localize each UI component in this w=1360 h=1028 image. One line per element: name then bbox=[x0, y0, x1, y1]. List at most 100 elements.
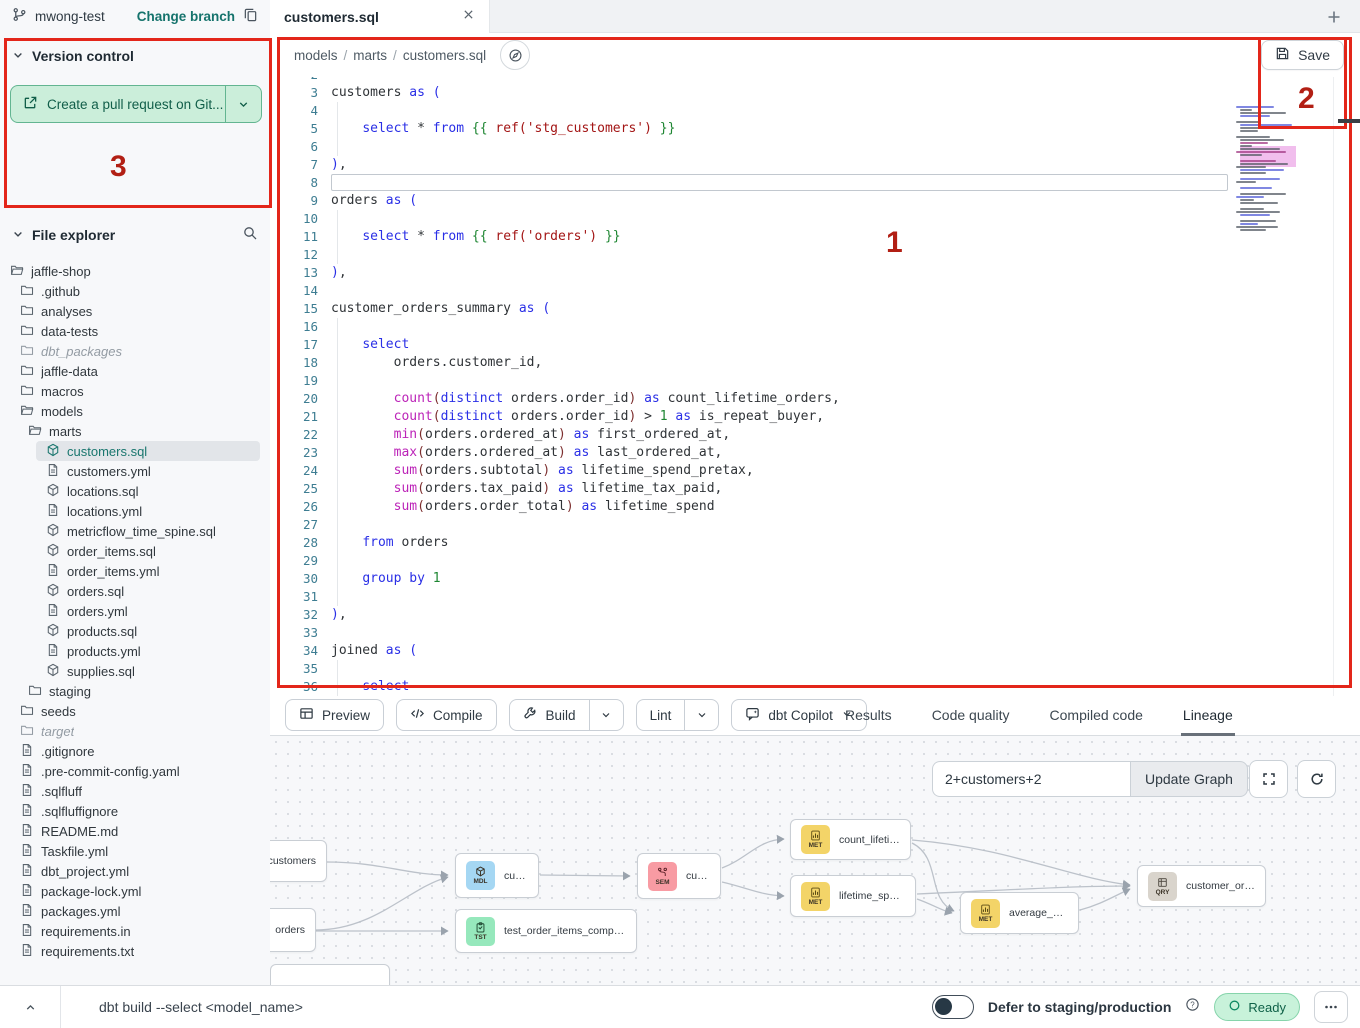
breadcrumb-models[interactable]: models bbox=[294, 48, 338, 63]
tree-item-order-items-sql[interactable]: order_items.sql bbox=[0, 541, 270, 561]
code-line-7[interactable]: 7), bbox=[270, 156, 1360, 174]
tree-item--gitignore[interactable]: .gitignore bbox=[0, 741, 270, 761]
code-line-17[interactable]: 17 select bbox=[270, 336, 1360, 354]
tab-results[interactable]: Results bbox=[843, 696, 894, 736]
breadcrumb-marts[interactable]: marts bbox=[353, 48, 387, 63]
code-line-34[interactable]: 34joined as ( bbox=[270, 642, 1360, 660]
code-line-3[interactable]: 3customers as ( bbox=[270, 84, 1360, 102]
tree-item-readme-md[interactable]: README.md bbox=[0, 821, 270, 841]
code-line-10[interactable]: 10 bbox=[270, 210, 1360, 228]
file-explorer-header[interactable]: File explorer bbox=[12, 225, 258, 244]
lint-button[interactable]: Lint bbox=[636, 699, 720, 731]
tree-item-orders-yml[interactable]: orders.yml bbox=[0, 601, 270, 621]
code-line-18[interactable]: 18 orders.customer_id, bbox=[270, 354, 1360, 372]
tab-customers-sql[interactable]: customers.sql bbox=[270, 0, 490, 33]
tree-item-metricflow-time-spine-sql[interactable]: metricflow_time_spine.sql bbox=[0, 521, 270, 541]
tree-item-analyses[interactable]: analyses bbox=[0, 301, 270, 321]
lineage-node-partial[interactable] bbox=[270, 964, 390, 985]
lineage-node-customers[interactable]: SEMcustomers bbox=[637, 853, 721, 899]
close-icon[interactable] bbox=[462, 8, 475, 26]
tree-item-staging[interactable]: staging bbox=[0, 681, 270, 701]
code-line-11[interactable]: 11 select * from {{ ref('orders') }} bbox=[270, 228, 1360, 246]
code-editor[interactable]: 23customers as (45 select * from {{ ref(… bbox=[270, 77, 1360, 696]
code-line-26[interactable]: 26 sum(orders.order_total) as lifetime_s… bbox=[270, 498, 1360, 516]
code-line-33[interactable]: 33 bbox=[270, 624, 1360, 642]
tree-item-data-tests[interactable]: data-tests bbox=[0, 321, 270, 341]
code-line-12[interactable]: 12 bbox=[270, 246, 1360, 264]
tree-item-locations-yml[interactable]: locations.yml bbox=[0, 501, 270, 521]
tab-lineage[interactable]: Lineage bbox=[1181, 696, 1235, 736]
code-line-25[interactable]: 25 sum(orders.tax_paid) as lifetime_tax_… bbox=[270, 480, 1360, 498]
code-line-13[interactable]: 13), bbox=[270, 264, 1360, 282]
breadcrumb-file[interactable]: customers.sql bbox=[403, 48, 486, 63]
code-line-27[interactable]: 27 bbox=[270, 516, 1360, 534]
build-dropdown-caret[interactable] bbox=[589, 700, 623, 730]
tree-item-package-lock-yml[interactable]: package-lock.yml bbox=[0, 881, 270, 901]
tree-item-jaffle-data[interactable]: jaffle-data bbox=[0, 361, 270, 381]
code-line-21[interactable]: 21 count(distinct orders.order_id) > 1 a… bbox=[270, 408, 1360, 426]
tab-code-quality[interactable]: Code quality bbox=[930, 696, 1012, 736]
defer-toggle[interactable] bbox=[932, 995, 974, 1019]
code-line-29[interactable]: 29 bbox=[270, 552, 1360, 570]
tree-item-target[interactable]: target bbox=[0, 721, 270, 741]
lineage-node-lifetime-spend-pretax[interactable]: METlifetime_spend_pretax bbox=[790, 875, 916, 917]
save-button[interactable]: Save bbox=[1261, 40, 1344, 70]
code-line-31[interactable]: 31 bbox=[270, 588, 1360, 606]
code-line-24[interactable]: 24 sum(orders.subtotal) as lifetime_spen… bbox=[270, 462, 1360, 480]
code-line-19[interactable]: 19 bbox=[270, 372, 1360, 390]
tree-item-orders-sql[interactable]: orders.sql bbox=[0, 581, 270, 601]
code-line-16[interactable]: 16 bbox=[270, 318, 1360, 336]
code-line-28[interactable]: 28 from orders bbox=[270, 534, 1360, 552]
tree-item-dbt-project-yml[interactable]: dbt_project.yml bbox=[0, 861, 270, 881]
code-line-4[interactable]: 4 bbox=[270, 102, 1360, 120]
search-icon[interactable] bbox=[242, 225, 258, 244]
tree-item-models[interactable]: models bbox=[0, 401, 270, 421]
tree-item--github[interactable]: .github bbox=[0, 281, 270, 301]
lineage-selector-input[interactable] bbox=[932, 761, 1130, 797]
update-graph-button[interactable]: Update Graph bbox=[1130, 761, 1248, 797]
create-pull-request-button[interactable]: Create a pull request on Git... bbox=[10, 85, 262, 123]
change-branch-link[interactable]: Change branch bbox=[137, 9, 235, 24]
tree-item-products-sql[interactable]: products.sql bbox=[0, 621, 270, 641]
lineage-node-customers[interactable]: MDLcustomers bbox=[455, 853, 539, 898]
build-button[interactable]: Build bbox=[509, 699, 624, 731]
compile-button[interactable]: Compile bbox=[396, 699, 497, 731]
code-line-5[interactable]: 5 select * from {{ ref('stg_customers') … bbox=[270, 120, 1360, 138]
tree-item--sqlfluff[interactable]: .sqlfluff bbox=[0, 781, 270, 801]
command-input[interactable]: dbt build --select <model_name> bbox=[99, 999, 303, 1015]
minimap[interactable] bbox=[1232, 104, 1310, 238]
fullscreen-button[interactable] bbox=[1249, 760, 1288, 798]
more-options-button[interactable] bbox=[1314, 991, 1348, 1023]
code-line-23[interactable]: 23 max(orders.ordered_at) as last_ordere… bbox=[270, 444, 1360, 462]
tree-item-marts[interactable]: marts bbox=[0, 421, 270, 441]
tab-compiled-code[interactable]: Compiled code bbox=[1048, 696, 1145, 736]
lineage-node-test-order-items-compute-to-bools-[interactable]: TSTtest_order_items_compute_to_bools... bbox=[455, 909, 637, 953]
tree-item-seeds[interactable]: seeds bbox=[0, 701, 270, 721]
version-control-header[interactable]: Version control bbox=[12, 48, 258, 64]
explore-compass-button[interactable] bbox=[500, 40, 530, 70]
lineage-node-customer-order-metrics[interactable]: QRYcustomer_order_metrics bbox=[1137, 865, 1266, 907]
tree-item-products-yml[interactable]: products.yml bbox=[0, 641, 270, 661]
refresh-button[interactable] bbox=[1297, 760, 1336, 798]
tree-item-customers-yml[interactable]: customers.yml bbox=[0, 461, 270, 481]
code-line-9[interactable]: 9orders as ( bbox=[270, 192, 1360, 210]
tree-item--pre-commit-config-yaml[interactable]: .pre-commit-config.yaml bbox=[0, 761, 270, 781]
tree-item-customers-sql[interactable]: customers.sql bbox=[36, 441, 260, 461]
pr-dropdown-caret[interactable] bbox=[225, 86, 261, 122]
tree-item-requirements-in[interactable]: requirements.in bbox=[0, 921, 270, 941]
tree-item-order-items-yml[interactable]: order_items.yml bbox=[0, 561, 270, 581]
code-line-14[interactable]: 14 bbox=[270, 282, 1360, 300]
code-line-15[interactable]: 15customer_orders_summary as ( bbox=[270, 300, 1360, 318]
tree-item-packages-yml[interactable]: packages.yml bbox=[0, 901, 270, 921]
help-icon[interactable]: ? bbox=[1185, 997, 1200, 1017]
tree-item-taskfile-yml[interactable]: Taskfile.yml bbox=[0, 841, 270, 861]
new-tab-button[interactable] bbox=[1322, 5, 1346, 29]
tree-item-supplies-sql[interactable]: supplies.sql bbox=[0, 661, 270, 681]
code-line-8[interactable]: 8 bbox=[270, 174, 1360, 192]
tree-item-macros[interactable]: macros bbox=[0, 381, 270, 401]
code-line-22[interactable]: 22 min(orders.ordered_at) as first_order… bbox=[270, 426, 1360, 444]
code-line-32[interactable]: 32), bbox=[270, 606, 1360, 624]
tree-item--sqlfluffignore[interactable]: .sqlfluffignore bbox=[0, 801, 270, 821]
code-line-6[interactable]: 6 bbox=[270, 138, 1360, 156]
code-line-36[interactable]: 36 select bbox=[270, 678, 1360, 696]
